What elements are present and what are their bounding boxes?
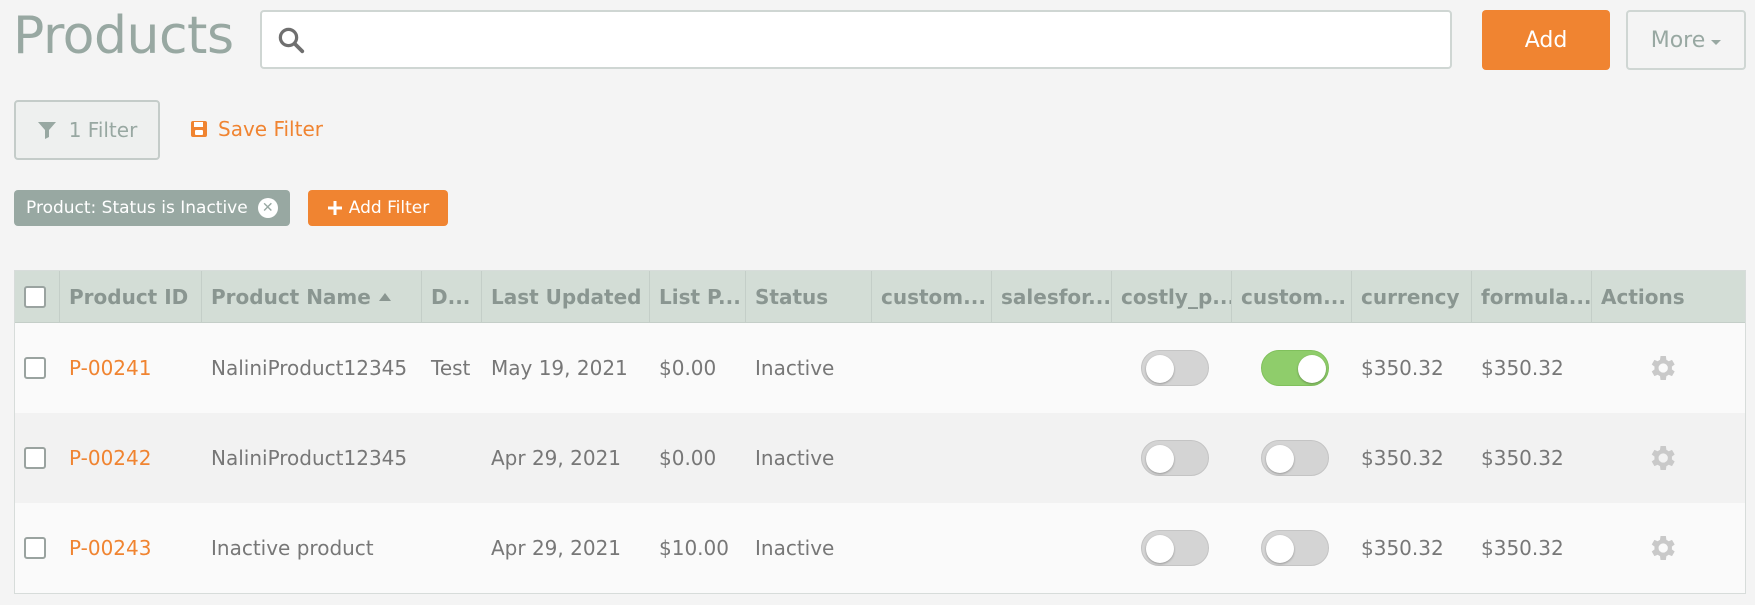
table-row[interactable]: P-00243 Inactive product Apr 29, 2021 $1… [15, 503, 1745, 593]
chevron-down-icon [1711, 39, 1722, 45]
column-salesforce[interactable]: salesfor... [992, 271, 1112, 323]
currency: $350.32 [1361, 446, 1444, 470]
table-header: Product ID Product Name D... Last Update… [15, 271, 1745, 323]
filter-icon [37, 122, 56, 139]
costly-toggle[interactable] [1141, 350, 1209, 386]
column-label: salesfor... [1001, 285, 1111, 309]
floppy-disk-icon [191, 121, 207, 137]
plus-icon [327, 201, 342, 215]
add-button-label: Add [1524, 27, 1568, 53]
add-filter-label: Add Filter [348, 198, 430, 218]
formula: $350.32 [1481, 446, 1564, 470]
currency: $350.32 [1361, 356, 1444, 380]
column-formula[interactable]: formula... [1472, 271, 1592, 323]
table-row[interactable]: P-00241 NaliniProduct12345 Test May 19, … [15, 323, 1745, 413]
column-label: costly_p... [1121, 285, 1232, 309]
more-button[interactable]: More [1626, 10, 1746, 70]
product-d: Test [431, 356, 471, 380]
column-d[interactable]: D... [422, 271, 482, 323]
list-price: $10.00 [659, 536, 729, 560]
save-filter-label: Save Filter [218, 117, 323, 141]
custom-toggle[interactable] [1261, 440, 1329, 476]
formula: $350.32 [1481, 356, 1564, 380]
gear-icon[interactable] [1646, 442, 1678, 474]
column-currency[interactable]: currency [1352, 271, 1472, 323]
formula: $350.32 [1481, 536, 1564, 560]
column-label: Actions [1601, 285, 1685, 309]
product-d [422, 503, 482, 593]
search-box[interactable] [260, 10, 1452, 69]
column-actions: Actions [1592, 271, 1745, 323]
column-label: Last Updated [491, 285, 642, 309]
column-custom2[interactable]: custom... [1232, 271, 1352, 323]
list-price: $0.00 [659, 446, 717, 470]
row-checkbox[interactable] [24, 357, 46, 379]
column-label: Product ID [69, 285, 189, 309]
remove-filter-icon[interactable]: ✕ [257, 198, 278, 218]
filter-button-label: 1 Filter [68, 118, 138, 142]
list-price: $0.00 [659, 356, 717, 380]
product-id-link[interactable]: P-00243 [60, 503, 202, 593]
product-id-link[interactable]: P-00242 [60, 413, 202, 503]
add-filter-button[interactable]: Add Filter [308, 190, 448, 226]
product-name: Inactive product [211, 536, 374, 560]
search-icon [278, 27, 305, 54]
filter-chip-label: Product: Status is Inactive [26, 198, 248, 218]
custom-toggle[interactable] [1261, 530, 1329, 566]
custom-toggle[interactable] [1261, 350, 1329, 386]
column-label: List P... [659, 285, 741, 309]
select-all-cell [15, 271, 60, 323]
column-label: D... [431, 285, 471, 309]
select-all-checkbox[interactable] [24, 286, 46, 308]
last-updated: Apr 29, 2021 [491, 446, 622, 470]
save-filter-link[interactable]: Save Filter [190, 114, 323, 144]
column-label: currency [1361, 285, 1460, 309]
costly-toggle[interactable] [1141, 440, 1209, 476]
column-list-price[interactable]: List P... [650, 271, 746, 323]
search-input[interactable] [316, 22, 1436, 58]
last-updated: May 19, 2021 [491, 356, 628, 380]
product-id-link[interactable]: P-00241 [60, 323, 202, 413]
column-product-id[interactable]: Product ID [60, 271, 202, 323]
table-row[interactable]: P-00242 NaliniProduct12345 Apr 29, 2021 … [15, 413, 1745, 503]
gear-icon[interactable] [1646, 532, 1678, 564]
column-label: Product Name [211, 285, 371, 309]
column-costly[interactable]: costly_p... [1112, 271, 1232, 323]
column-label: custom... [1241, 285, 1346, 309]
column-label: formula... [1481, 285, 1592, 309]
status: Inactive [755, 356, 835, 380]
active-filter-chip: Product: Status is Inactive ✕ [14, 190, 290, 226]
filter-button[interactable]: 1 Filter [14, 100, 160, 160]
column-last-updated[interactable]: Last Updated [482, 271, 650, 323]
column-label: custom... [881, 285, 986, 309]
top-bar: Products Add More [0, 0, 1755, 80]
status: Inactive [755, 536, 835, 560]
costly-toggle[interactable] [1141, 530, 1209, 566]
row-checkbox[interactable] [24, 447, 46, 469]
product-d [422, 413, 482, 503]
status: Inactive [755, 446, 835, 470]
add-button[interactable]: Add [1482, 10, 1610, 70]
currency: $350.32 [1361, 536, 1444, 560]
column-custom1[interactable]: custom... [872, 271, 992, 323]
products-table: Product ID Product Name D... Last Update… [14, 270, 1746, 594]
sort-ascending-icon [378, 293, 391, 301]
row-checkbox[interactable] [24, 537, 46, 559]
more-button-label: More [1650, 27, 1706, 53]
page-title: Products [13, 6, 234, 66]
product-name: NaliniProduct12345 [211, 356, 408, 380]
last-updated: Apr 29, 2021 [491, 536, 622, 560]
column-product-name[interactable]: Product Name [202, 271, 422, 323]
product-name: NaliniProduct12345 [211, 446, 408, 470]
column-label: Status [755, 285, 829, 309]
column-status[interactable]: Status [746, 271, 872, 323]
gear-icon[interactable] [1646, 352, 1678, 384]
